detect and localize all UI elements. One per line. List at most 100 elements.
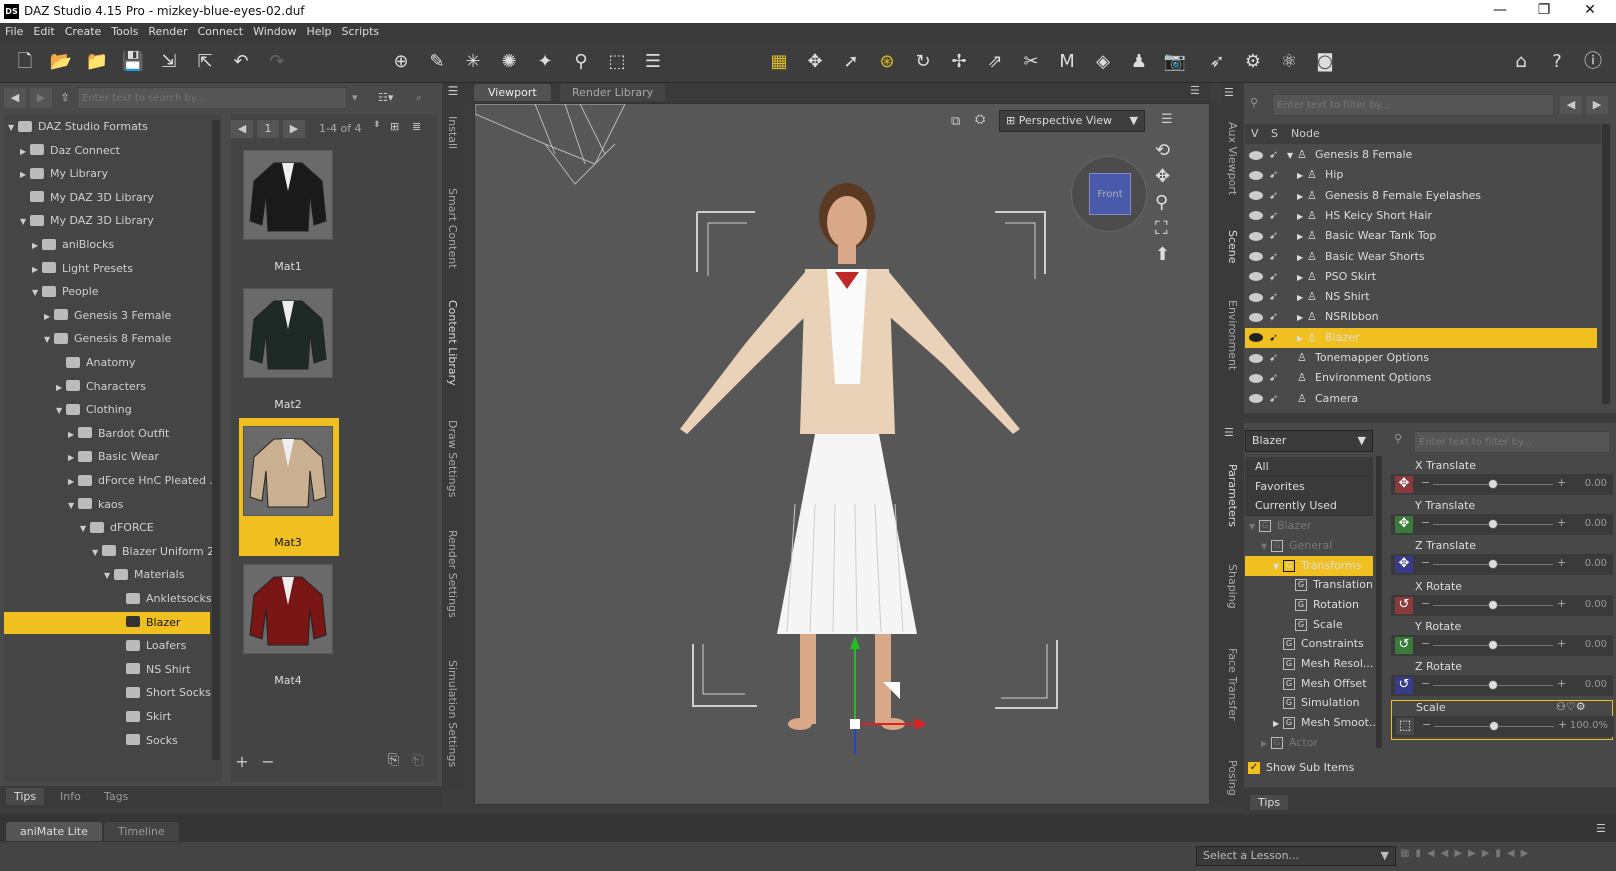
expand-arrow-icon[interactable]: ▶ (1297, 288, 1307, 308)
surface-tool-icon[interactable]: ✂ (1018, 49, 1044, 75)
expand-arrow-icon[interactable]: ▶ (32, 259, 42, 281)
tab-viewport[interactable]: Viewport (474, 84, 551, 101)
tab-info[interactable]: Info (52, 788, 89, 805)
slider-track[interactable]: ✥ − +0.00 (1391, 474, 1613, 495)
scene-node-row[interactable]: ➹ ▶ ♙ NS Shirt (1245, 287, 1597, 307)
expand-arrow-icon[interactable]: ▼ (1273, 557, 1283, 577)
menu-edit[interactable]: Edit (28, 23, 59, 40)
expand-arrow-icon[interactable]: ▼ (1287, 146, 1297, 166)
panel-menu-icon-right[interactable]: ☰ (1224, 86, 1234, 99)
selectable-cursor-icon[interactable]: ➹ (1269, 348, 1281, 368)
increment-icon[interactable]: + (1557, 677, 1566, 690)
viewport-divider[interactable] (1210, 103, 1222, 805)
close-button[interactable]: ✕ (1570, 2, 1610, 18)
selectable-cursor-icon[interactable]: ➹ (1269, 226, 1281, 246)
visibility-eye-icon[interactable] (1249, 252, 1263, 261)
slider-knob[interactable] (1488, 639, 1498, 650)
selectable-cursor-icon[interactable]: ➹ (1269, 307, 1281, 327)
pan-icon[interactable]: ✥ (1155, 166, 1170, 187)
show-sub-checkbox[interactable]: ✓ (1248, 762, 1260, 774)
param-options-icons[interactable]: ⚇♡⚙ (1556, 700, 1586, 713)
expand-arrow-icon[interactable]: ▶ (1297, 207, 1307, 227)
param-group-item[interactable]: Favorites (1245, 476, 1373, 497)
new-file-icon[interactable]: 🗋 (12, 49, 38, 75)
visibility-eye-icon[interactable] (1249, 353, 1263, 363)
orbit-icon[interactable]: ⟲ (1155, 140, 1170, 161)
tree-item[interactable]: ▼ Materials (4, 564, 210, 586)
translate-icon[interactable]: ✥ (1395, 516, 1413, 534)
render-settings-icon[interactable]: ⚙ (1240, 49, 1266, 75)
slider-knob[interactable] (1488, 519, 1498, 530)
redo-icon[interactable]: ↷ (264, 49, 290, 75)
search-dropdown-icon[interactable]: ▾ (352, 88, 370, 108)
parameter-value[interactable]: 0.00 (1585, 679, 1607, 690)
param-group-item[interactable]: G Scale (1245, 615, 1373, 635)
slider-knob[interactable] (1488, 599, 1498, 610)
home-icon[interactable]: ⌂ (1508, 49, 1534, 75)
import-icon[interactable]: ⇲ (156, 49, 182, 75)
tree-item[interactable]: ▼ kaos (4, 494, 210, 516)
rotate-tool-icon[interactable]: ↻ (910, 49, 936, 75)
tree-scrollbar[interactable] (212, 120, 220, 760)
slider-track[interactable]: ↺ − +0.00 (1391, 675, 1613, 696)
material-thumbnail[interactable] (243, 426, 333, 516)
collapse-arrow-icon[interactable]: ▼ (92, 542, 102, 564)
universal-tool-icon[interactable]: ✥ (802, 49, 828, 75)
expand-arrow-icon[interactable]: ▶ (68, 447, 78, 469)
selectable-cursor-icon[interactable]: ➹ (1269, 267, 1281, 287)
visibility-eye-icon[interactable] (1249, 292, 1263, 302)
tree-item[interactable]: ▼ Blazer Uniform 2 (4, 541, 214, 564)
increment-icon[interactable]: + (1558, 718, 1567, 731)
param-group-item[interactable]: G Simulation (1245, 693, 1373, 713)
up-icon[interactable]: ⇧ (55, 88, 75, 108)
visibility-eye-icon[interactable] (1249, 272, 1263, 282)
expand-arrow-icon[interactable]: ▶ (44, 306, 54, 328)
tree-item[interactable]: ▶ Bardot Outfit (4, 423, 210, 445)
selectable-cursor-icon[interactable]: ➹ (1269, 389, 1281, 409)
morph-tool-icon[interactable]: M (1054, 49, 1080, 75)
slider-track[interactable]: ⬚ − +100.0% (1392, 716, 1614, 738)
decrement-icon[interactable]: − (1421, 637, 1430, 650)
figure-tool-icon[interactable]: ♟ (1126, 49, 1152, 75)
scene-prev-icon[interactable]: ◀ (1560, 96, 1582, 114)
slider-knob[interactable] (1488, 680, 1498, 690)
distant-light-icon[interactable]: ✦ (532, 49, 558, 75)
translate-tool-icon[interactable]: ✢ (946, 49, 972, 75)
grid-icon[interactable]: ▦ (766, 49, 792, 75)
scale-icon[interactable]: ⬚ (1396, 718, 1414, 736)
param-group-item[interactable]: G Mesh Resol... (1245, 654, 1373, 674)
param-group-item[interactable]: ▼ G Blazer (1245, 516, 1373, 536)
viewport-menu-icon[interactable]: ☰ (1190, 84, 1200, 97)
collapse-arrow-icon[interactable]: ▼ (44, 329, 54, 351)
scene-node-row[interactable]: ➹ ▶ ♙ NSRibbon (1245, 307, 1597, 327)
tree-item[interactable]: Loafers (4, 635, 210, 657)
tree-item[interactable]: ▶ Light Presets (4, 258, 210, 280)
view-cube-face[interactable]: Front (1089, 173, 1131, 215)
material-thumbnail[interactable] (243, 150, 333, 240)
view-mode-select[interactable]: ⊞ Perspective View ▼ (999, 110, 1145, 132)
joint-editor-icon[interactable]: ⚲ (568, 49, 594, 75)
expand-arrow-icon[interactable]: ▶ (1297, 227, 1307, 247)
page-number[interactable]: 1 (257, 120, 279, 138)
point-light-icon[interactable]: ✺ (496, 49, 522, 75)
slider-knob[interactable] (1489, 721, 1499, 732)
slider-knob[interactable] (1488, 559, 1498, 570)
param-group-item[interactable]: G Constraints (1245, 634, 1373, 654)
back-icon[interactable]: ◀ (4, 88, 26, 108)
expand-arrow-icon[interactable]: ▶ (1273, 714, 1283, 734)
scene-node-row[interactable]: ➹ ▶ ♙ HS Keicy Short Hair (1245, 206, 1597, 226)
list-options-icon[interactable]: ☷▾ (378, 88, 408, 108)
rotate-icon[interactable]: ↺ (1395, 636, 1413, 654)
minimize-button[interactable]: — (1480, 2, 1520, 18)
decrement-icon[interactable]: − (1421, 516, 1430, 529)
forward-icon[interactable]: ▶ (30, 88, 52, 108)
decrement-icon[interactable]: − (1421, 597, 1430, 610)
collapse-arrow-icon[interactable]: ▼ (8, 117, 18, 139)
slider-track[interactable]: ↺ − +0.00 (1391, 594, 1613, 616)
tree-item[interactable]: ▶ Basic Wear (4, 446, 210, 468)
tree-item[interactable]: ▶ Characters (4, 376, 210, 398)
visibility-eye-icon[interactable] (1249, 231, 1263, 241)
tab-render-settings[interactable]: Render Settings (446, 530, 459, 618)
param-group-item[interactable]: G Mesh Offset (1245, 674, 1373, 694)
collapse-arrow-icon[interactable]: ▼ (32, 282, 42, 304)
